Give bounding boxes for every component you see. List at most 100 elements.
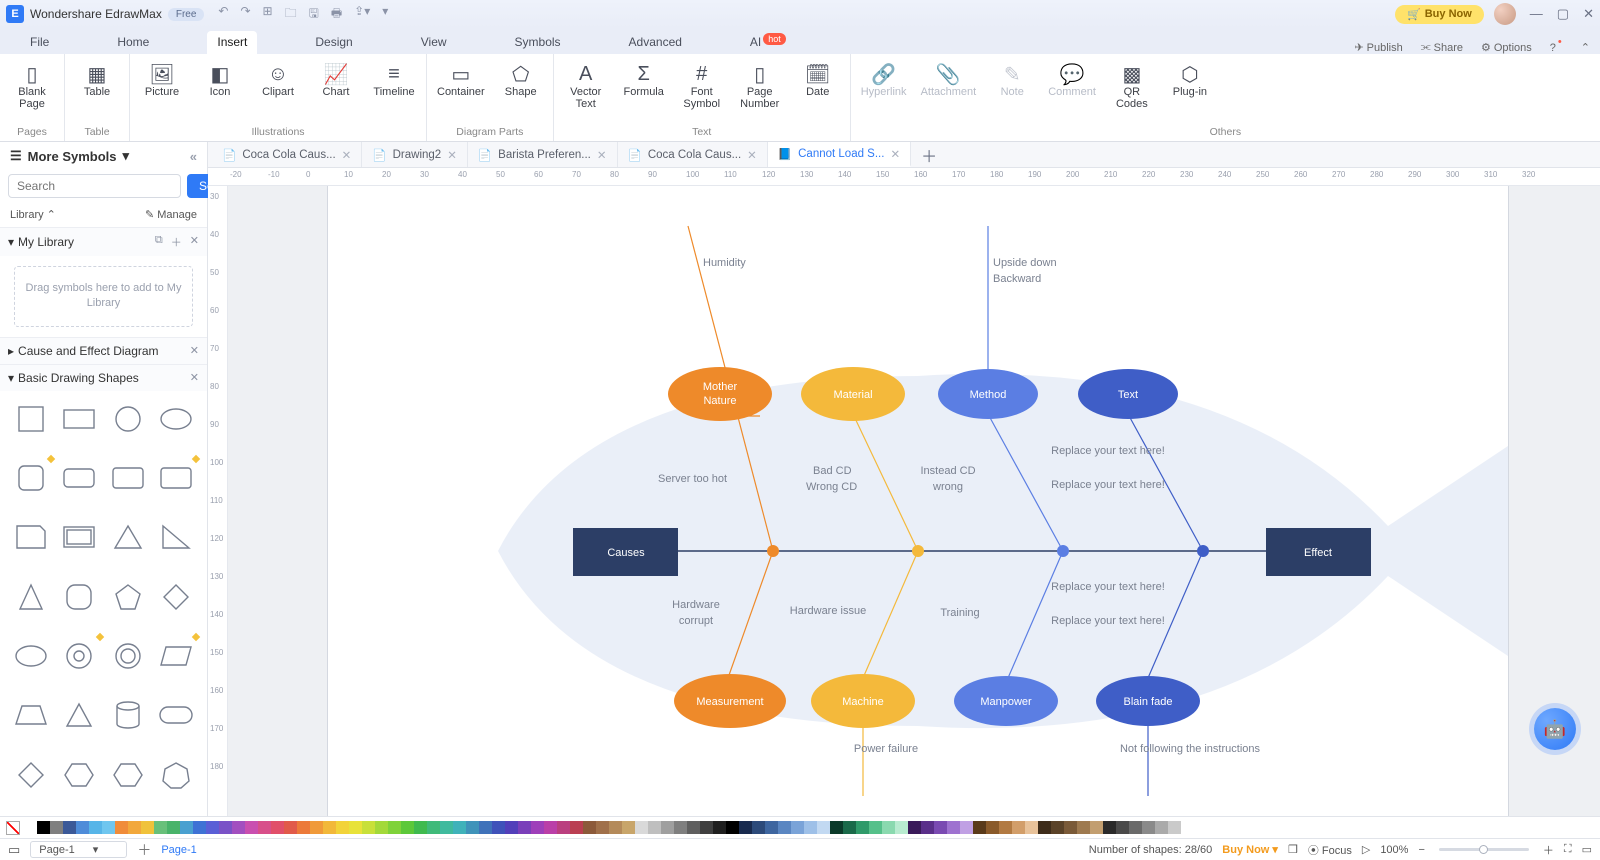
color-swatch[interactable] (1116, 821, 1129, 834)
shape-frame[interactable] (60, 519, 98, 555)
color-swatch[interactable] (336, 821, 349, 834)
shape-pill[interactable] (157, 697, 195, 733)
container-button[interactable]: ▭Container (437, 58, 485, 98)
color-swatch[interactable] (1038, 821, 1051, 834)
color-swatch[interactable] (50, 821, 63, 834)
color-swatch[interactable] (596, 821, 609, 834)
shape-circle[interactable] (109, 401, 147, 437)
fontsymbol-button[interactable]: #Font Symbol (680, 58, 724, 110)
color-swatch[interactable] (570, 821, 583, 834)
clipart-button[interactable]: ☺Clipart (256, 58, 300, 98)
color-swatch[interactable] (115, 821, 128, 834)
color-swatch[interactable] (726, 821, 739, 834)
color-swatch[interactable] (986, 821, 999, 834)
color-swatch[interactable] (453, 821, 466, 834)
color-swatch[interactable] (1168, 821, 1181, 834)
fit-page-icon[interactable]: ⛶ (1564, 843, 1572, 856)
color-swatch[interactable] (1142, 821, 1155, 834)
close-lib-icon[interactable]: ✕ (190, 234, 199, 250)
color-swatch[interactable] (362, 821, 375, 834)
color-swatch[interactable] (63, 821, 76, 834)
shape-triangle3[interactable] (60, 697, 98, 733)
color-swatch[interactable] (492, 821, 505, 834)
color-swatch[interactable] (284, 821, 297, 834)
user-avatar[interactable] (1494, 3, 1516, 25)
color-swatch[interactable] (167, 821, 180, 834)
doc-tab-2[interactable]: 📄Barista Preferen...✕ (468, 142, 618, 167)
color-swatch[interactable] (830, 821, 843, 834)
share-button[interactable]: ⫘Share (1421, 41, 1463, 54)
color-swatch[interactable] (518, 821, 531, 834)
shape-ellipse[interactable] (157, 401, 195, 437)
color-swatch[interactable] (206, 821, 219, 834)
color-swatch[interactable] (1077, 821, 1090, 834)
layers-icon[interactable]: ❒ (1288, 843, 1298, 856)
mylibrary-accordion[interactable]: ▾ My Library ⧉＋✕ (0, 228, 207, 256)
table-button[interactable]: ▦Table (75, 58, 119, 98)
note-button[interactable]: ✎Note (990, 58, 1034, 98)
color-swatch[interactable] (674, 821, 687, 834)
color-swatch[interactable] (414, 821, 427, 834)
color-swatch[interactable] (193, 821, 206, 834)
color-swatch[interactable] (427, 821, 440, 834)
color-swatch[interactable] (505, 821, 518, 834)
color-swatch[interactable] (1051, 821, 1064, 834)
color-swatch[interactable] (557, 821, 570, 834)
color-swatch[interactable] (349, 821, 362, 834)
help-bubble[interactable]: 🤖 (1534, 708, 1576, 750)
minimize-icon[interactable]: — (1530, 6, 1543, 22)
close-acc2-icon[interactable]: ✕ (190, 371, 199, 384)
shape-roundrect3[interactable] (157, 460, 195, 496)
export-icon[interactable]: ⇪▾ (354, 4, 370, 25)
picture-button[interactable]: 🖼Picture (140, 58, 184, 98)
plugin-button[interactable]: ⬡Plug-in (1168, 58, 1212, 98)
color-swatch[interactable] (297, 821, 310, 834)
shape-pentagon[interactable] (109, 579, 147, 615)
new-icon[interactable]: ⊞ (263, 4, 273, 25)
timeline-button[interactable]: ≡Timeline (372, 58, 416, 98)
menu-insert[interactable]: Insert (207, 31, 257, 54)
more-icon[interactable]: ▾ (382, 4, 388, 25)
color-swatch[interactable] (154, 821, 167, 834)
color-swatch[interactable] (622, 821, 635, 834)
shape-diamond[interactable] (157, 579, 195, 615)
color-swatch[interactable] (323, 821, 336, 834)
redo-icon[interactable]: ↷ (240, 4, 250, 25)
color-swatch[interactable] (882, 821, 895, 834)
color-swatch[interactable] (583, 821, 596, 834)
color-swatch[interactable] (843, 821, 856, 834)
color-swatch[interactable] (102, 821, 115, 834)
color-swatch[interactable] (180, 821, 193, 834)
color-swatch[interactable] (1103, 821, 1116, 834)
attachment-button[interactable]: 📎Attachment (921, 58, 977, 98)
color-swatch[interactable] (947, 821, 960, 834)
shape-ellipse2[interactable] (12, 638, 50, 674)
shape-hexagon2[interactable] (109, 757, 147, 793)
cause-effect-accordion[interactable]: ▸ Cause and Effect Diagram ✕ (0, 338, 207, 364)
collapse-ribbon-icon[interactable]: ⌃ (1581, 41, 1590, 54)
menu-home[interactable]: Home (107, 31, 159, 54)
comment-button[interactable]: 💬Comment (1048, 58, 1096, 98)
shape-square[interactable] (12, 401, 50, 437)
shape-roundrect[interactable] (60, 460, 98, 496)
shape-snip[interactable] (12, 519, 50, 555)
symbol-search-input[interactable] (8, 174, 181, 198)
shape-heptagon[interactable] (157, 757, 195, 793)
color-swatch[interactable] (128, 821, 141, 834)
shape-triangle[interactable] (109, 519, 147, 555)
color-swatch[interactable] (89, 821, 102, 834)
pagenumber-button[interactable]: ▯Page Number (738, 58, 782, 110)
color-swatch[interactable] (960, 821, 973, 834)
shape-button[interactable]: ⬠Shape (499, 58, 543, 98)
color-swatch[interactable] (1025, 821, 1038, 834)
color-swatch[interactable] (791, 821, 804, 834)
color-swatch[interactable] (37, 821, 50, 834)
doc-tab-1[interactable]: 📄Drawing2✕ (362, 142, 468, 167)
canvas[interactable]: 3040506070809010011012013014015016017018… (208, 186, 1600, 816)
shape-hexagon[interactable] (60, 757, 98, 793)
shape-donut[interactable] (60, 638, 98, 674)
shape-roundsq[interactable] (12, 460, 50, 496)
manage-button[interactable]: ✎ Manage (145, 208, 197, 221)
blank-page-button[interactable]: ▯Blank Page (10, 58, 54, 110)
color-swatch[interactable] (310, 821, 323, 834)
